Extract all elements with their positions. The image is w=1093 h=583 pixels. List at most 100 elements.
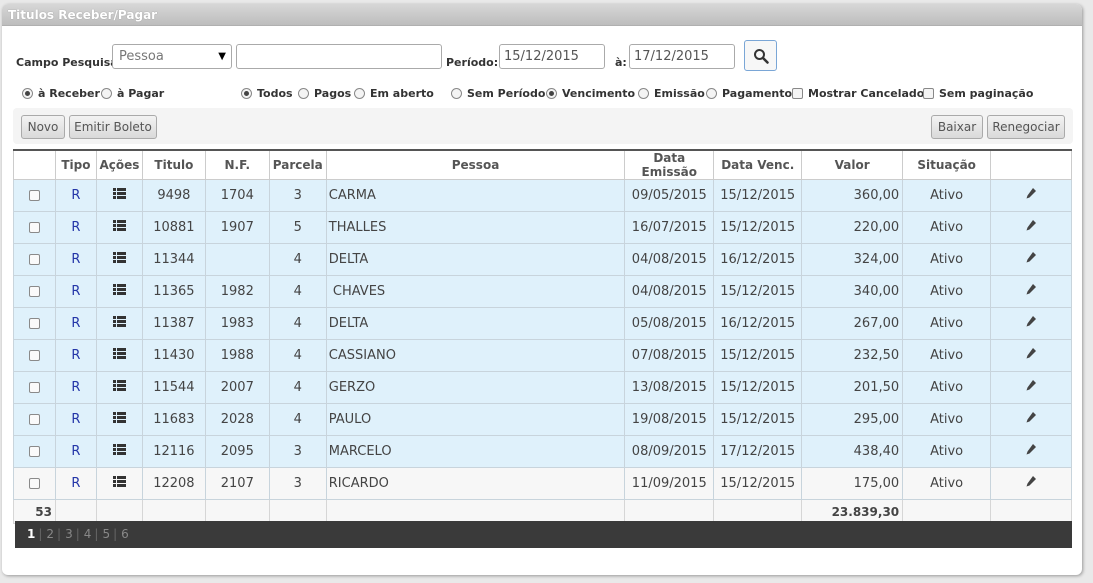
- list-icon[interactable]: [112, 284, 126, 299]
- table-row[interactable]: R 11430 1988 4 CASSIANO 07/08/2015 15/12/2015 2…: [13, 339, 1072, 372]
- pencil-icon[interactable]: [1026, 188, 1037, 203]
- pencil-icon[interactable]: [1026, 252, 1037, 267]
- row-checkbox[interactable]: [28, 478, 40, 489]
- row-checkbox[interactable]: [28, 190, 40, 201]
- row-checkbox[interactable]: [28, 318, 40, 329]
- radio-receber-label: à Receber: [38, 86, 100, 100]
- table-row[interactable]: R 11683 2028 4 PAULO 19/08/2015 15/12/2015 295,…: [13, 403, 1072, 436]
- radio-em-aberto[interactable]: Em aberto: [354, 84, 434, 102]
- table-row[interactable]: R 11387 1983 4 DELTA 05/08/2015 16/12/2015 267,…: [13, 307, 1072, 340]
- radio-icon: [101, 87, 112, 99]
- acoes-cell: [95, 179, 143, 212]
- radio-todos[interactable]: Todos: [241, 84, 293, 102]
- row-checkbox[interactable]: [28, 414, 40, 425]
- list-icon[interactable]: [112, 380, 126, 395]
- page-link-1[interactable]: 1: [27, 527, 35, 541]
- pencil-icon[interactable]: [1026, 316, 1037, 331]
- radio-pagamento[interactable]: Pagamento: [706, 84, 792, 102]
- parcela-cell: 4: [268, 275, 327, 308]
- row-checkbox[interactable]: [28, 286, 40, 297]
- table-row[interactable]: R 10881 1907 5 THALLES 16/07/2015 15/12/2015 22…: [13, 211, 1072, 244]
- acoes-cell: [95, 307, 143, 340]
- titulo-cell: 11344: [141, 243, 206, 276]
- baixar-button[interactable]: Baixar: [931, 115, 983, 139]
- edit-cell: [990, 403, 1072, 436]
- list-icon[interactable]: [112, 444, 126, 459]
- pager-separator: |: [38, 527, 43, 541]
- list-icon[interactable]: [112, 220, 126, 235]
- radio-vencimento[interactable]: Vencimento: [546, 84, 635, 102]
- radio-sem-periodo[interactable]: Sem Período: [451, 84, 545, 102]
- radio-pagos[interactable]: Pagos: [298, 84, 351, 102]
- page-link-2[interactable]: 2: [46, 527, 54, 541]
- pager-separator: |: [113, 527, 118, 541]
- edit-cell: [990, 307, 1072, 340]
- radio-pagos-label: Pagos: [314, 86, 352, 100]
- pessoa-cell: DELTA: [325, 307, 626, 340]
- page-link-5[interactable]: 5: [102, 527, 110, 541]
- pencil-icon[interactable]: [1026, 476, 1037, 491]
- table-row[interactable]: R 11365 1982 4 CHAVES 04/08/2015 15/12/2015 34…: [13, 275, 1072, 308]
- table-row[interactable]: R 11544 2007 4 GERZO 13/08/2015 15/12/2015 201,…: [13, 371, 1072, 404]
- table-row[interactable]: R 9498 1704 3 CARMA 09/05/2015 15/12/2015 360,0…: [13, 179, 1072, 212]
- tipo-cell: R: [54, 211, 97, 244]
- tipo-cell: R: [54, 243, 97, 276]
- row-checkbox-cell: [13, 403, 56, 436]
- row-checkbox[interactable]: [28, 350, 40, 361]
- page-link-4[interactable]: 4: [84, 527, 92, 541]
- checkbox-mostrar-cancelados[interactable]: Mostrar Cancelados: [792, 84, 931, 102]
- list-icon[interactable]: [112, 252, 126, 267]
- pencil-icon[interactable]: [1026, 284, 1037, 299]
- page-link-6[interactable]: 6: [121, 527, 129, 541]
- search-button[interactable]: [744, 40, 777, 71]
- row-checkbox[interactable]: [28, 446, 40, 457]
- data-venc-cell: 15/12/2015: [713, 211, 803, 244]
- situacao-cell: Ativo: [902, 307, 992, 340]
- emitir-boleto-button[interactable]: Emitir Boleto: [69, 115, 157, 139]
- radio-icon: [706, 87, 717, 99]
- column-header: Pessoa: [325, 149, 626, 180]
- column-header: [990, 149, 1072, 180]
- radio-emissao[interactable]: Emissão: [638, 84, 705, 102]
- pencil-icon[interactable]: [1026, 380, 1037, 395]
- radio-pagar[interactable]: à Pagar: [101, 84, 164, 102]
- search-input[interactable]: [236, 44, 442, 69]
- list-icon[interactable]: [112, 412, 126, 427]
- column-header: N.F.: [204, 149, 270, 180]
- acoes-cell: [95, 339, 143, 372]
- novo-button[interactable]: Novo: [21, 115, 65, 139]
- table-row[interactable]: R 12116 2095 3 MARCELO 08/09/2015 17/12/2015 43…: [13, 435, 1072, 468]
- radio-vencimento-label: Vencimento: [562, 86, 636, 100]
- valor-cell: 175,00: [801, 467, 904, 500]
- parcela-cell: 5: [268, 211, 327, 244]
- list-icon[interactable]: [112, 348, 126, 363]
- date-to-input[interactable]: 17/12/2015: [629, 44, 735, 69]
- campo-pesquisa-select[interactable]: Pessoa ▼: [112, 44, 232, 69]
- list-icon[interactable]: [112, 188, 126, 203]
- renegociar-button[interactable]: Renegociar: [987, 115, 1065, 139]
- ate-label: à:: [615, 56, 627, 69]
- tipo-cell: R: [54, 275, 97, 308]
- pencil-icon[interactable]: [1026, 348, 1037, 363]
- row-checkbox-cell: [13, 179, 56, 212]
- acoes-cell: [95, 403, 143, 436]
- pencil-icon[interactable]: [1026, 444, 1037, 459]
- campo-pesquisa-value: Pessoa: [119, 49, 164, 64]
- checkbox-sem-paginacao[interactable]: Sem paginação: [923, 84, 1033, 102]
- pencil-icon[interactable]: [1026, 220, 1037, 235]
- row-checkbox[interactable]: [28, 254, 40, 265]
- radio-emissao-label: Emissão: [654, 86, 705, 100]
- row-checkbox[interactable]: [28, 222, 40, 233]
- page-link-3[interactable]: 3: [65, 527, 73, 541]
- checkbox-icon: [792, 87, 803, 99]
- list-icon[interactable]: [112, 316, 126, 331]
- pencil-icon[interactable]: [1026, 412, 1037, 427]
- table-row[interactable]: R 11344 4 DELTA 04/08/2015 16/12/2015 324,00 At…: [13, 243, 1072, 276]
- date-from-input[interactable]: 15/12/2015: [499, 44, 605, 69]
- table-row[interactable]: R 12208 2107 3 RICARDO 11/09/2015 15/12/2015 17…: [13, 467, 1072, 500]
- radio-receber[interactable]: à Receber: [22, 84, 100, 102]
- list-icon[interactable]: [112, 476, 126, 491]
- search-icon: [754, 49, 769, 64]
- radio-sem-periodo-label: Sem Período: [467, 86, 546, 100]
- row-checkbox[interactable]: [28, 382, 40, 393]
